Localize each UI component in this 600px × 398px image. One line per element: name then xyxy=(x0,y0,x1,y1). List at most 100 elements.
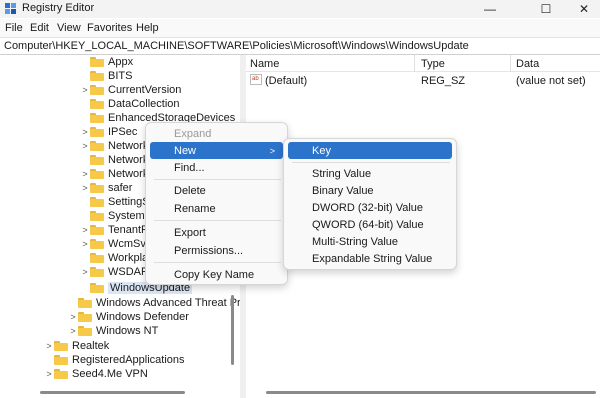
chevron-right-icon[interactable]: > xyxy=(81,169,89,179)
address-bar[interactable]: Computer\HKEY_LOCAL_MACHINE\SOFTWARE\Pol… xyxy=(0,37,600,55)
chevron-right-icon[interactable]: > xyxy=(81,141,89,151)
tree-item-windows-defender[interactable]: > Windows Defender xyxy=(70,310,189,324)
value-type: REG_SZ xyxy=(421,75,466,87)
menu-help[interactable]: Help xyxy=(136,22,159,34)
menu-item-permissions[interactable]: Permissions... xyxy=(150,242,283,259)
menu-item-copy-key-name[interactable]: Copy Key Name xyxy=(150,266,283,283)
menu-item-export[interactable]: Export xyxy=(150,224,283,241)
chevron-right-icon[interactable]: > xyxy=(81,127,89,137)
tree-item-windows-advanced-threat-protection[interactable]: Windows Advanced Threat Prot xyxy=(78,296,240,310)
chevron-right-icon[interactable]: > xyxy=(81,225,89,235)
column-header-name[interactable]: Name xyxy=(250,58,279,70)
chevron-right-icon[interactable]: > xyxy=(81,183,89,193)
folder-icon xyxy=(90,211,104,221)
folder-icon xyxy=(78,326,92,336)
value-name: (Default) xyxy=(265,75,308,87)
folder-icon xyxy=(90,253,104,263)
folder-icon xyxy=(90,127,104,137)
folder-icon xyxy=(90,283,104,293)
folder-icon xyxy=(54,355,68,365)
tree-item-currentversion[interactable]: > CurrentVersion xyxy=(82,83,181,97)
tree-item-datacollection[interactable]: DataCollection xyxy=(90,97,180,111)
tree-item-safer[interactable]: > safer xyxy=(82,181,132,195)
folder-icon xyxy=(78,312,92,322)
value-data: (value not set) xyxy=(516,75,586,87)
folder-icon xyxy=(90,155,104,165)
string-value-icon: ab xyxy=(250,74,262,85)
menu-divider xyxy=(292,162,450,163)
submenu-item-dword-value[interactable]: DWORD (32-bit) Value xyxy=(288,199,452,216)
menu-divider xyxy=(154,220,281,221)
context-menu: Expand New > Find... Delete Rename Expor… xyxy=(145,122,288,285)
tree-item-windows-nt[interactable]: > Windows NT xyxy=(70,324,158,338)
tree-item-seed4me-vpn[interactable]: > Seed4.Me VPN xyxy=(46,367,147,381)
tree-item-realtek[interactable]: > Realtek xyxy=(46,339,109,353)
chevron-right-icon[interactable]: > xyxy=(69,326,77,336)
tree-horizontal-scrollbar[interactable] xyxy=(0,386,240,398)
menu-divider xyxy=(154,262,281,263)
chevron-right-icon[interactable]: > xyxy=(45,341,53,351)
column-divider[interactable] xyxy=(510,55,511,72)
menu-divider xyxy=(154,179,281,180)
folder-icon xyxy=(90,85,104,95)
close-button[interactable]: ✕ xyxy=(562,0,600,18)
chevron-right-icon[interactable]: > xyxy=(69,312,77,322)
menu-file[interactable]: File xyxy=(5,22,23,34)
tree-item-bits[interactable]: BITS xyxy=(90,69,132,83)
values-horizontal-scrollbar[interactable] xyxy=(246,386,600,398)
menu-item-delete[interactable]: Delete xyxy=(150,182,283,199)
submenu-item-string-value[interactable]: String Value xyxy=(288,165,452,182)
chevron-right-icon[interactable]: > xyxy=(81,85,89,95)
scrollbar-thumb[interactable] xyxy=(40,391,185,394)
menu-edit[interactable]: Edit xyxy=(30,22,49,34)
minimize-button[interactable]: — xyxy=(468,0,512,18)
tree-item-network-3[interactable]: > Network xyxy=(82,167,148,181)
folder-icon xyxy=(90,169,104,179)
folder-icon xyxy=(78,298,92,308)
chevron-right-icon[interactable]: > xyxy=(81,267,89,277)
menu-view[interactable]: View xyxy=(57,22,81,34)
tree-item-registeredapplications[interactable]: RegisteredApplications xyxy=(54,353,185,367)
tree-item-network-1[interactable]: > Network xyxy=(82,139,148,153)
tree-item-wcmsvc[interactable]: > WcmSvc xyxy=(82,237,151,251)
folder-icon xyxy=(90,239,104,249)
folder-icon xyxy=(90,197,104,207)
menu-item-new-label: New xyxy=(174,144,197,157)
menu-item-expand[interactable]: Expand xyxy=(150,125,283,142)
folder-icon xyxy=(90,99,104,109)
tree-item-network-2[interactable]: Network xyxy=(90,153,148,167)
tree-item-appx[interactable]: Appx xyxy=(90,55,133,69)
folder-icon xyxy=(54,369,68,379)
address-path[interactable]: Computer\HKEY_LOCAL_MACHINE\SOFTWARE\Pol… xyxy=(4,40,469,52)
folder-icon xyxy=(54,341,68,351)
column-header-data[interactable]: Data xyxy=(516,58,539,70)
menu-item-rename[interactable]: Rename xyxy=(150,200,283,217)
window-title: Registry Editor xyxy=(22,2,95,14)
menu-item-find[interactable]: Find... xyxy=(150,159,283,176)
submenu-item-expandable-string-value[interactable]: Expandable String Value xyxy=(288,250,452,267)
submenu-item-key[interactable]: Key xyxy=(288,142,452,159)
submenu-item-qword-value[interactable]: QWORD (64-bit) Value xyxy=(288,216,452,233)
folder-icon xyxy=(90,71,104,81)
chevron-right-icon[interactable]: > xyxy=(81,239,89,249)
new-submenu: Key String Value Binary Value DWORD (32-… xyxy=(283,138,457,270)
title-bar: Registry Editor — ☐ ✕ xyxy=(0,0,600,18)
menu-bar: File Edit View Favorites Help xyxy=(0,19,600,37)
tree-item-wsdapi[interactable]: > WSDAPI xyxy=(82,265,151,279)
folder-icon xyxy=(90,267,104,277)
column-divider[interactable] xyxy=(414,55,415,72)
scrollbar-thumb[interactable] xyxy=(231,295,234,365)
tree-item-workplacejoin[interactable]: Workpla xyxy=(90,251,148,265)
column-header-type[interactable]: Type xyxy=(421,58,445,70)
folder-icon xyxy=(90,183,104,193)
submenu-item-multi-string-value[interactable]: Multi-String Value xyxy=(288,233,452,250)
folder-icon xyxy=(90,113,104,123)
submenu-item-binary-value[interactable]: Binary Value xyxy=(288,182,452,199)
chevron-right-icon[interactable]: > xyxy=(45,369,53,379)
tree-item-system[interactable]: System xyxy=(90,209,145,223)
menu-item-new[interactable]: New > xyxy=(150,142,283,159)
folder-icon xyxy=(90,57,104,67)
tree-item-ipsec[interactable]: > IPSec xyxy=(82,125,137,139)
menu-favorites[interactable]: Favorites xyxy=(87,22,132,34)
scrollbar-thumb[interactable] xyxy=(266,391,596,394)
